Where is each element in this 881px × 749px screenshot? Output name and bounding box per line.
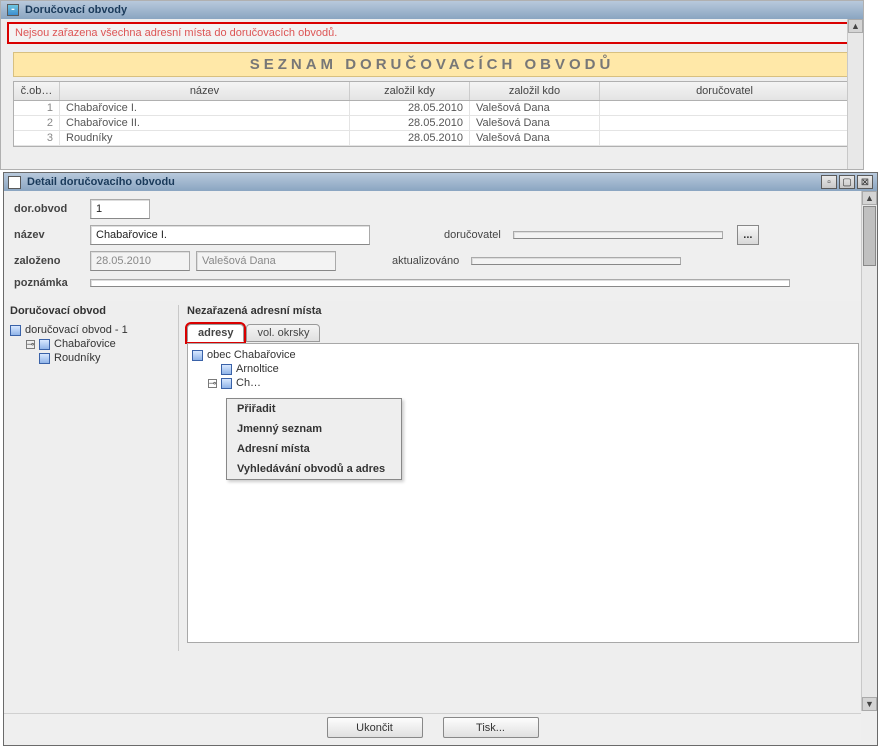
- ellipsis-icon: ...: [743, 229, 752, 241]
- warning-text: Nejsou zařazena všechna adresní místa do…: [15, 27, 337, 39]
- field-poznamka[interactable]: [90, 279, 790, 287]
- background-window: - Doručovací obvody Nejsou zařazena všec…: [0, 0, 864, 170]
- detail-title: Detail doručovacího obvodu: [27, 176, 175, 188]
- right-pane-title: Nezařazená adresní místa: [187, 305, 859, 317]
- background-title: Doručovací obvody: [25, 4, 127, 16]
- scroll-thumb[interactable]: [863, 206, 876, 266]
- folder-icon: [10, 325, 21, 336]
- right-tree-box[interactable]: obec Chabařovice Arnoltice ⊸ Ch… Přiřadi…: [187, 343, 859, 643]
- tree-root[interactable]: obec Chabařovice: [192, 348, 854, 362]
- cell-del: [600, 101, 850, 115]
- col-header-who[interactable]: založil kdo: [470, 82, 600, 100]
- menu-priradit[interactable]: Přiřadit: [227, 399, 401, 419]
- tree-child[interactable]: ⊸ Ch…: [208, 376, 854, 390]
- label-aktualizovano: aktualizováno: [392, 255, 459, 267]
- cell-name: Roudníky: [60, 131, 350, 145]
- grid-header[interactable]: č.ob… název založil kdy založil kdo doru…: [14, 82, 850, 101]
- window-close-button[interactable]: ⊠: [857, 175, 873, 189]
- detail-scrollbar[interactable]: ▲ ▼: [861, 191, 877, 711]
- folder-icon: [221, 364, 232, 375]
- cell-del: [600, 131, 850, 145]
- tree-child[interactable]: ⊸ Chabařovice: [26, 337, 172, 351]
- folder-icon: [39, 353, 50, 364]
- cell-who: Valešová Dana: [470, 101, 600, 115]
- tree-child-label: Chabařovice: [54, 338, 116, 350]
- tree-root-label: doručovací obvod - 1: [25, 324, 128, 336]
- tree-child[interactable]: Arnoltice: [208, 362, 854, 376]
- background-titlebar[interactable]: - Doručovací obvody: [1, 1, 863, 19]
- tabs: adresy vol. okrsky: [187, 323, 859, 341]
- field-dorucovatel: [513, 231, 723, 239]
- tree-child-label: Ch…: [236, 377, 261, 389]
- folder-icon: [221, 378, 232, 389]
- document-icon: [8, 176, 21, 189]
- field-zalozeno-date: 28.05.2010: [90, 251, 190, 271]
- col-header-num[interactable]: č.ob…: [14, 82, 60, 100]
- label-nazev: název: [14, 229, 90, 241]
- cell-num: 1: [14, 101, 60, 115]
- scroll-up-icon[interactable]: ▲: [862, 191, 877, 205]
- context-menu[interactable]: Přiřadit Jmenný seznam Adresní místa Vyh…: [226, 398, 402, 480]
- label-dor-obvod: dor.obvod: [14, 203, 90, 215]
- split-body: Doručovací obvod doručovací obvod - 1 ⊸ …: [4, 301, 877, 655]
- window-minimize-icon[interactable]: -: [7, 4, 19, 16]
- table-row[interactable]: 1 Chabařovice I. 28.05.2010 Valešová Dan…: [14, 101, 850, 116]
- cell-who: Valešová Dana: [470, 131, 600, 145]
- folder-icon: [39, 339, 50, 350]
- lookup-button[interactable]: ...: [737, 225, 759, 245]
- field-nazev[interactable]: Chabařovice I.: [90, 225, 370, 245]
- window-minimize-button[interactable]: ▫: [821, 175, 837, 189]
- background-scrollbar[interactable]: ▲: [847, 19, 863, 169]
- district-grid: č.ob… název založil kdy založil kdo doru…: [13, 81, 851, 147]
- detail-window: Detail doručovacího obvodu ▫ ▢ ⊠ dor.obv…: [3, 172, 878, 746]
- label-dorucovatel: doručovatel: [444, 229, 501, 241]
- expand-toggle-icon[interactable]: ⊸: [208, 379, 217, 388]
- menu-vyhledavani[interactable]: Vyhledávání obvodů a adres: [227, 459, 401, 479]
- detail-titlebar[interactable]: Detail doručovacího obvodu ▫ ▢ ⊠: [4, 173, 877, 191]
- label-zalozeno: založeno: [14, 255, 90, 267]
- cell-name: Chabařovice II.: [60, 116, 350, 130]
- field-dor-obvod[interactable]: 1: [90, 199, 150, 219]
- label-poznamka: poznámka: [14, 277, 90, 289]
- tree-root-label: obec Chabařovice: [207, 349, 296, 361]
- menu-jmenny[interactable]: Jmenný seznam: [227, 419, 401, 439]
- table-row[interactable]: 3 Roudníky 28.05.2010 Valešová Dana: [14, 131, 850, 146]
- tree-root[interactable]: doručovací obvod - 1: [10, 323, 172, 337]
- cell-num: 2: [14, 116, 60, 130]
- field-aktualizovano: [471, 257, 681, 265]
- warning-banner: Nejsou zařazena všechna adresní místa do…: [7, 22, 857, 44]
- print-button[interactable]: Tisk...: [443, 717, 539, 738]
- col-header-date[interactable]: založil kdy: [350, 82, 470, 100]
- window-maximize-button[interactable]: ▢: [839, 175, 855, 189]
- cell-name: Chabařovice I.: [60, 101, 350, 115]
- cell-date: 28.05.2010: [350, 101, 470, 115]
- form-area: dor.obvod 1 název Chabařovice I. doručov…: [4, 191, 877, 301]
- col-header-name[interactable]: název: [60, 82, 350, 100]
- cell-who: Valešová Dana: [470, 116, 600, 130]
- right-pane: Nezařazená adresní místa adresy vol. okr…: [178, 305, 859, 651]
- tab-vol-okrsky[interactable]: vol. okrsky: [246, 324, 320, 342]
- list-panel-title: SEZNAM DORUČOVACÍCH OBVODŮ: [13, 52, 851, 77]
- field-zalozeno-who: Valešová Dana: [196, 251, 336, 271]
- cell-num: 3: [14, 131, 60, 145]
- tree-child-label: Roudníky: [54, 352, 100, 364]
- scroll-down-icon[interactable]: ▼: [862, 697, 877, 711]
- tree-child[interactable]: Roudníky: [26, 351, 172, 365]
- folder-icon: [192, 350, 203, 361]
- table-row[interactable]: 2 Chabařovice II. 28.05.2010 Valešová Da…: [14, 116, 850, 131]
- tab-adresy[interactable]: adresy: [187, 324, 244, 342]
- menu-adresni[interactable]: Adresní místa: [227, 439, 401, 459]
- tree-child-label: Arnoltice: [236, 363, 279, 375]
- cell-date: 28.05.2010: [350, 131, 470, 145]
- collapse-toggle-icon[interactable]: ⊸: [26, 340, 35, 349]
- button-bar: Ukončit Tisk...: [4, 713, 861, 741]
- left-tree[interactable]: doručovací obvod - 1 ⊸ Chabařovice Roudn…: [10, 323, 172, 365]
- left-pane: Doručovací obvod doručovací obvod - 1 ⊸ …: [10, 305, 172, 651]
- left-pane-title: Doručovací obvod: [10, 305, 172, 317]
- scroll-up-icon[interactable]: ▲: [848, 19, 863, 33]
- cell-del: [600, 116, 850, 130]
- col-header-del[interactable]: doručovatel: [600, 82, 850, 100]
- cell-date: 28.05.2010: [350, 116, 470, 130]
- close-button[interactable]: Ukončit: [327, 717, 423, 738]
